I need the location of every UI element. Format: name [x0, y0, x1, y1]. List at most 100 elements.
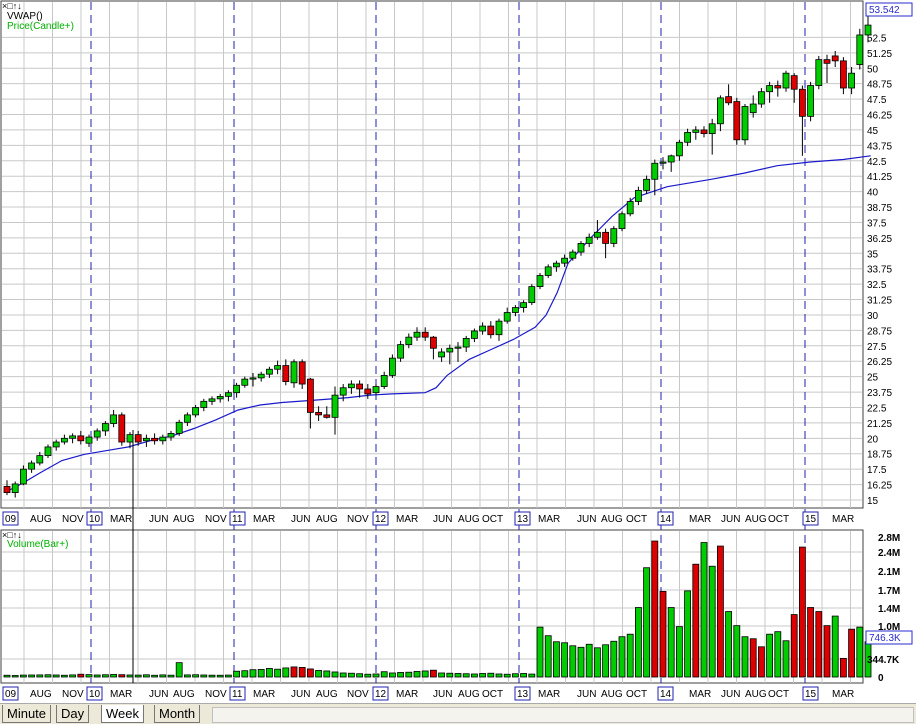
volume-bar	[749, 638, 757, 678]
candle-body	[848, 72, 855, 89]
time-axis-label: 11	[232, 514, 243, 525]
volume-bar	[462, 673, 470, 678]
volume-bar	[134, 674, 142, 678]
volume-bar	[233, 670, 241, 678]
volume-bar	[364, 673, 372, 678]
volume-bar	[782, 640, 790, 678]
time-axis-label: JUN	[577, 689, 596, 700]
candle-body	[233, 384, 241, 394]
time-axis-label: NOV	[347, 514, 369, 525]
volume-bar	[725, 611, 732, 678]
horizontal-scrollbar[interactable]	[212, 707, 914, 723]
candle-body	[692, 129, 700, 133]
time-axis-label: NOV	[205, 514, 227, 525]
tab-week[interactable]: Week	[101, 705, 144, 723]
volume-bar	[192, 674, 200, 678]
volume-study-label[interactable]: Volume(Bar+)	[7, 539, 68, 550]
candle-body	[782, 72, 790, 89]
candle-body	[635, 189, 642, 202]
candle-body	[569, 251, 577, 259]
time-axis-label: OCT	[482, 689, 503, 700]
candle-body	[594, 231, 601, 238]
volume-bar	[643, 567, 650, 678]
volume-bar	[77, 673, 85, 678]
volume-tick-label: 0	[878, 673, 884, 684]
candle-body	[856, 34, 864, 65]
time-axis-label: AUG	[601, 689, 623, 700]
tab-month[interactable]: Month	[154, 705, 201, 723]
volume-bar	[667, 607, 675, 678]
candle-body	[676, 141, 683, 157]
volume-bar	[815, 611, 823, 678]
panel-controls[interactable]: ×□↑↓	[2, 1, 22, 11]
candle-body	[200, 400, 208, 408]
price-study-label[interactable]: Price(Candle+)	[7, 21, 74, 32]
candle-body	[766, 85, 773, 93]
price-tick-label: 33.75	[867, 265, 892, 276]
candle-body	[388, 357, 396, 376]
price-tick-label: 37.5	[867, 218, 887, 229]
volume-bar	[561, 642, 568, 678]
price-tick-label: 41.25	[867, 172, 892, 183]
candle-body	[790, 75, 798, 90]
volume-bar	[692, 563, 700, 678]
time-axis-label: AUG	[458, 689, 480, 700]
volume-bar	[544, 635, 552, 678]
time-axis-label: JUN	[433, 514, 452, 525]
time-axis-label: MAR	[110, 514, 132, 525]
volume-bar	[331, 671, 339, 678]
volume-bar	[840, 657, 847, 678]
volume-bar	[93, 674, 101, 678]
volume-bar	[282, 667, 290, 678]
panel-control-icons[interactable]: ×□↑↓	[2, 1, 22, 11]
candle-body	[405, 336, 413, 345]
candle-body	[19, 468, 27, 485]
candle-body	[462, 338, 470, 348]
time-axis-label: JUN	[149, 514, 168, 525]
tab-minute[interactable]: Minute	[2, 705, 52, 723]
candle-body	[438, 351, 446, 358]
volume-bar	[823, 625, 831, 678]
candle-body	[536, 275, 544, 287]
time-axis-label: 15	[805, 689, 817, 700]
volume-bar	[446, 672, 454, 678]
price-tick-label: 40	[867, 188, 879, 199]
time-axis-label: 09	[5, 514, 17, 525]
volume-bar	[520, 673, 527, 678]
time-axis-label: JUN	[721, 689, 740, 700]
volume-bar	[758, 646, 765, 678]
candle-body	[470, 330, 478, 339]
candle-body	[684, 132, 691, 143]
volume-bar	[856, 626, 864, 678]
volume-bar	[142, 674, 150, 678]
candle-body	[815, 59, 823, 86]
time-axis-label: 15	[805, 514, 817, 525]
time-axis-label: JUN	[577, 514, 596, 525]
volume-bar	[602, 644, 609, 678]
volume-bar	[684, 590, 691, 678]
candle-body	[93, 430, 101, 438]
volume-bar	[405, 671, 413, 678]
volume-bar	[487, 672, 495, 678]
candle-body	[741, 106, 749, 141]
candle-body	[503, 312, 511, 322]
time-axis-label: 11	[232, 689, 243, 700]
candle-body	[520, 302, 527, 308]
volume-bar	[438, 672, 446, 678]
tab-day[interactable]: Day	[56, 705, 90, 723]
time-axis-label: 13	[517, 514, 529, 525]
volume-bar	[831, 615, 839, 678]
volume-bar	[774, 631, 782, 678]
price-tick-label: 23.75	[867, 388, 892, 399]
price-tick-label: 48.75	[867, 80, 892, 91]
candle-body	[840, 60, 847, 89]
candle-body	[306, 378, 314, 413]
candle-body	[561, 257, 568, 264]
candle-body	[643, 178, 650, 191]
volume-bar	[216, 674, 224, 678]
candle-body	[429, 336, 437, 349]
volume-bar	[553, 641, 560, 678]
volume-bar	[429, 669, 437, 678]
candle-body	[413, 331, 421, 338]
volume-bar	[676, 626, 683, 678]
